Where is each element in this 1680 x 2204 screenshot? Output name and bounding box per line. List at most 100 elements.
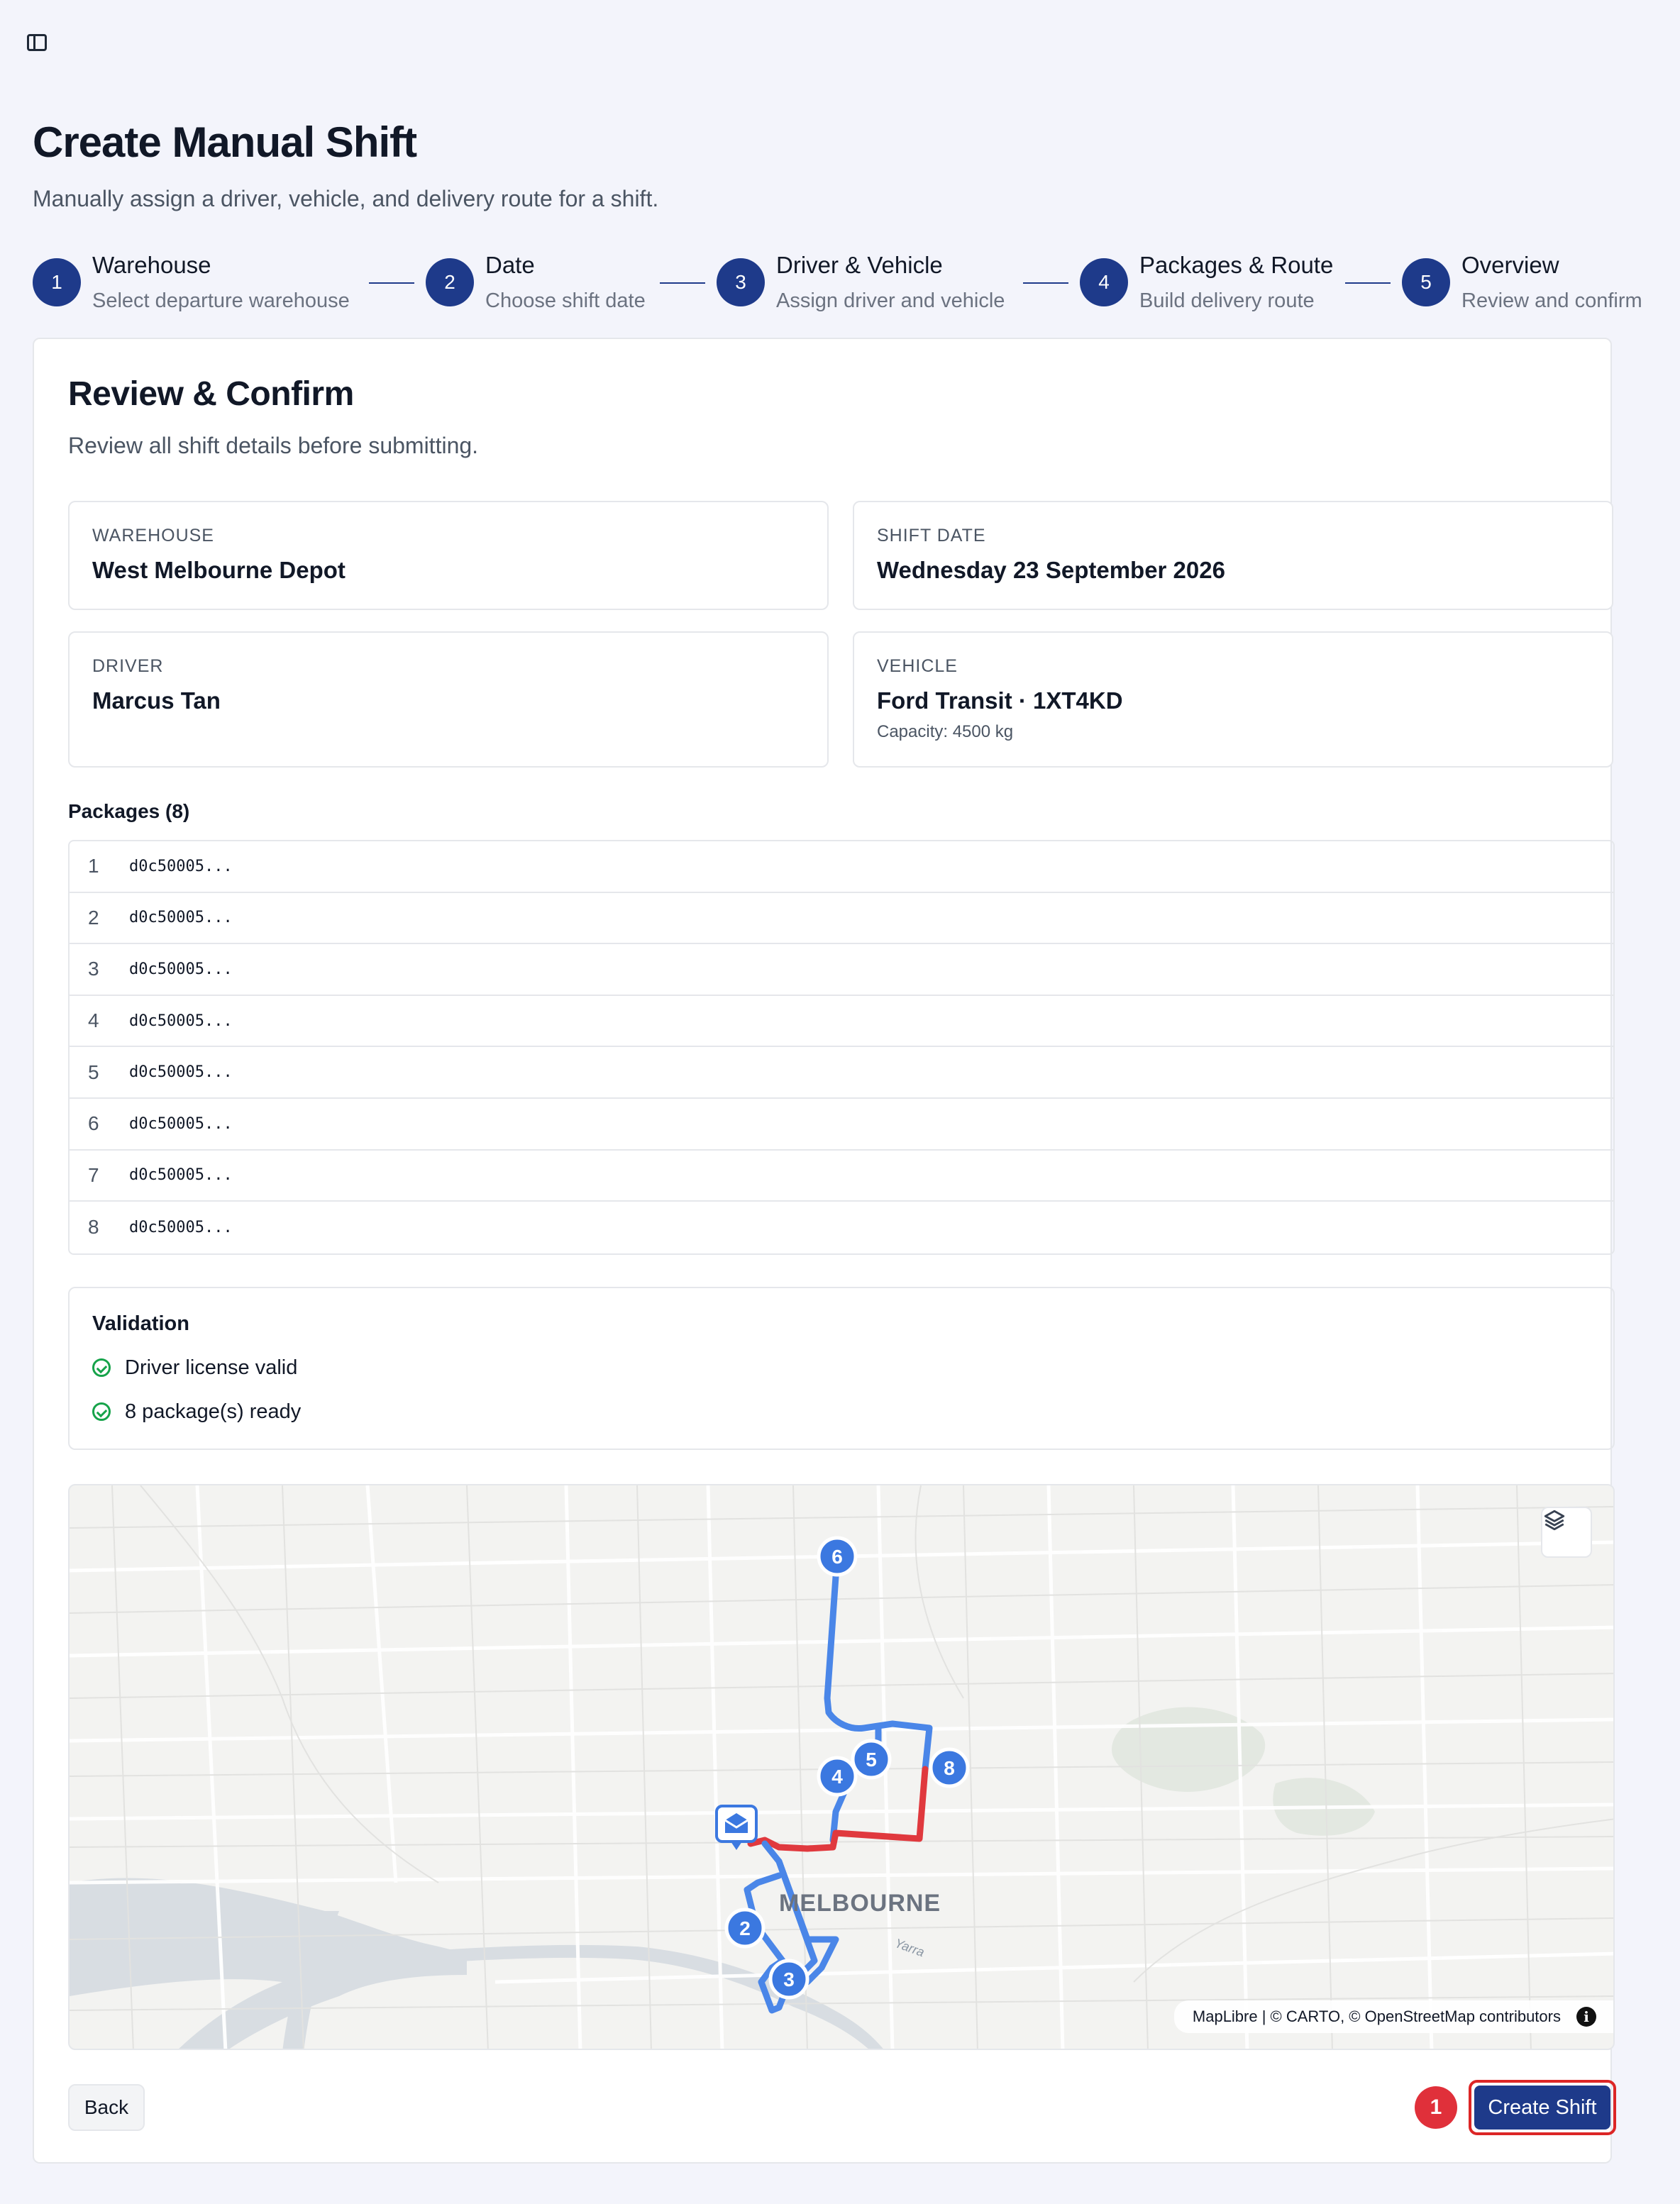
- step-description: Review and confirm: [1461, 289, 1642, 312]
- step-connector: [369, 282, 414, 284]
- step-description: Select departure warehouse: [92, 289, 350, 312]
- step-title: Packages & Route: [1139, 252, 1334, 278]
- table-row: 8 d0c50005...: [70, 1202, 1613, 1253]
- driver-label: DRIVER: [92, 656, 164, 676]
- table-row: 5 d0c50005...: [70, 1047, 1613, 1099]
- check-circle-icon: [92, 1402, 111, 1421]
- package-id: d0c50005...: [129, 1114, 233, 1133]
- step-title: Overview: [1461, 252, 1559, 278]
- step-connector: [660, 282, 705, 284]
- svg-text:2: 2: [739, 1917, 751, 1939]
- vehicle-value: Ford Transit · 1XT4KD: [877, 687, 1123, 714]
- svg-text:6: 6: [831, 1546, 843, 1568]
- table-row: 7 d0c50005...: [70, 1151, 1613, 1202]
- package-number: 3: [88, 958, 99, 980]
- vehicle-label: VEHICLE: [877, 656, 958, 676]
- validation-item: 8 package(s) ready: [92, 1397, 1591, 1426]
- stop-marker[interactable]: 5: [851, 1739, 892, 1780]
- validation-item: Driver license valid: [92, 1353, 1591, 1382]
- bay-water: [70, 1878, 467, 2049]
- package-number: 8: [88, 1216, 99, 1239]
- step-packages-route[interactable]: 4 Packages & Route Build delivery route: [1080, 247, 1333, 318]
- stepper: 1 Warehouse Select departure warehouse 2…: [33, 247, 1650, 318]
- step-badge: 1: [1415, 2086, 1457, 2129]
- step-date[interactable]: 2 Date Choose shift date: [426, 247, 646, 318]
- river-label: Yarra: [893, 1936, 927, 1959]
- route-map[interactable]: MELBOURNE Yarra 6 5 4 8 2 3 MapLibre | ©…: [68, 1484, 1615, 2050]
- packages-table: 1 d0c50005... 2 d0c50005... 3 d0c50005... 4…: [68, 840, 1615, 1255]
- package-number: 4: [88, 1009, 99, 1032]
- package-number: 6: [88, 1112, 99, 1135]
- layers-icon[interactable]: [1541, 1507, 1592, 1558]
- step-number: 3: [717, 258, 765, 306]
- table-row: 1 d0c50005...: [70, 841, 1613, 893]
- stop-marker[interactable]: 8: [929, 1747, 970, 1788]
- step-description: Build delivery route: [1139, 289, 1315, 312]
- back-button[interactable]: Back: [68, 2084, 145, 2131]
- step-description: Assign driver and vehicle: [776, 289, 1005, 312]
- validation-text: Driver license valid: [125, 1356, 298, 1379]
- packages-heading: Packages (8): [68, 800, 190, 822]
- info-icon[interactable]: i: [1576, 2007, 1596, 2027]
- driver-summary: DRIVER Marcus Tan: [68, 631, 829, 768]
- step-driver-vehicle[interactable]: 3 Driver & Vehicle Assign driver and veh…: [717, 247, 1005, 318]
- warehouse-value: West Melbourne Depot: [92, 557, 346, 583]
- create-shift-button[interactable]: Create Shift: [1469, 2080, 1616, 2135]
- package-id: d0c50005...: [129, 857, 233, 875]
- sidebar-toggle-icon[interactable]: [27, 34, 47, 51]
- step-number: 4: [1080, 258, 1128, 306]
- map-attribution: MapLibre | © CARTO, © OpenStreetMap cont…: [1173, 2000, 1613, 2033]
- step-number: 2: [426, 258, 474, 306]
- city-label: MELBOURNE: [779, 1890, 941, 1917]
- step-number: 5: [1402, 258, 1450, 306]
- table-row: 2 d0c50005...: [70, 893, 1613, 945]
- shift-date-value: Wednesday 23 September 2026: [877, 557, 1225, 583]
- stop-marker[interactable]: 4: [817, 1756, 858, 1797]
- validation-title: Validation: [92, 1312, 189, 1335]
- package-number: 7: [88, 1163, 99, 1186]
- package-number: 5: [88, 1061, 99, 1083]
- step-description: Choose shift date: [485, 289, 646, 312]
- review-title: Review & Confirm: [68, 375, 354, 413]
- shift-date-label: SHIFT DATE: [877, 526, 986, 546]
- warehouse-summary: WAREHOUSE West Melbourne Depot: [68, 501, 829, 610]
- table-row: 4 d0c50005...: [70, 996, 1613, 1048]
- vehicle-capacity: Capacity: 4500 kg: [877, 722, 1014, 741]
- table-row: 3 d0c50005...: [70, 944, 1613, 996]
- validation-text: 8 package(s) ready: [125, 1400, 302, 1423]
- package-number: 2: [88, 906, 99, 929]
- validation-panel: Validation Driver license valid 8 packag…: [68, 1287, 1615, 1450]
- package-id: d0c50005...: [129, 1063, 233, 1082]
- page-subtitle: Manually assign a driver, vehicle, and d…: [33, 186, 659, 211]
- vehicle-summary: VEHICLE Ford Transit · 1XT4KD Capacity: …: [853, 631, 1613, 768]
- step-connector: [1345, 282, 1391, 284]
- package-id: d0c50005...: [129, 1218, 233, 1236]
- table-row: 6 d0c50005...: [70, 1099, 1613, 1151]
- package-id: d0c50005...: [129, 909, 233, 927]
- check-circle-icon: [92, 1358, 111, 1377]
- map-canvas[interactable]: MELBOURNE Yarra 6 5 4 8 2 3: [70, 1485, 1615, 2050]
- package-id: d0c50005...: [129, 1012, 233, 1030]
- package-number: 1: [88, 855, 99, 877]
- stop-marker[interactable]: 3: [768, 1959, 809, 2000]
- step-connector: [1023, 282, 1068, 284]
- yarra-river: [438, 1944, 883, 2049]
- shift-date-summary: SHIFT DATE Wednesday 23 September 2026: [853, 501, 1613, 610]
- create-shift-label: Create Shift: [1474, 2086, 1610, 2130]
- svg-text:5: 5: [866, 1749, 877, 1771]
- stop-marker[interactable]: 2: [724, 1907, 766, 1949]
- attribution-text: MapLibre | © CARTO, © OpenStreetMap cont…: [1192, 2008, 1561, 2025]
- warehouse-label: WAREHOUSE: [92, 526, 214, 546]
- step-warehouse[interactable]: 1 Warehouse Select departure warehouse: [33, 247, 350, 318]
- step-overview[interactable]: 5 Overview Review and confirm: [1402, 247, 1642, 318]
- review-card: Review & Confirm Review all shift detail…: [33, 338, 1616, 2164]
- step-number: 1: [33, 258, 81, 306]
- svg-text:4: 4: [831, 1766, 843, 1788]
- package-id: d0c50005...: [129, 1166, 233, 1185]
- package-id: d0c50005...: [129, 960, 233, 978]
- svg-text:8: 8: [944, 1757, 955, 1779]
- svg-text:3: 3: [783, 1968, 795, 1990]
- page-title: Create Manual Shift: [33, 118, 417, 166]
- driver-value: Marcus Tan: [92, 687, 221, 714]
- stop-marker[interactable]: 6: [817, 1536, 858, 1577]
